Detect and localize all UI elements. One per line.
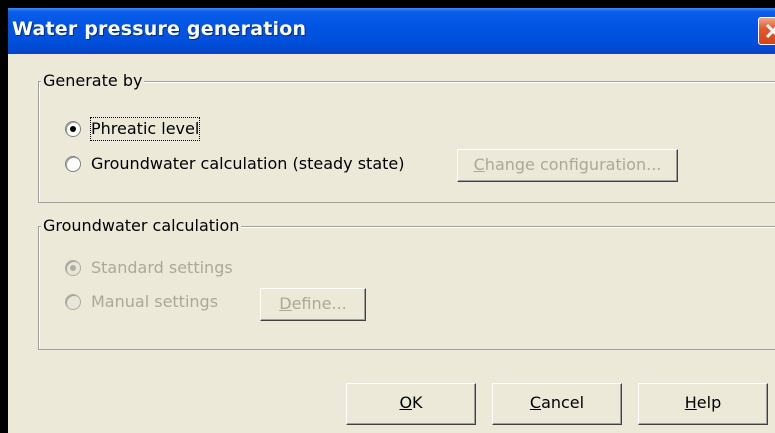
- change-configuration-label: hange configuration...: [484, 155, 662, 174]
- change-configuration-mnemonic: C: [473, 155, 485, 174]
- help-mnemonic: H: [684, 393, 697, 412]
- groundwater-calculation-label: Groundwater calculation (steady state): [91, 154, 405, 173]
- groundwater-calculation-legend: Groundwater calculation: [41, 216, 242, 235]
- close-icon: [765, 23, 775, 39]
- define-button[interactable]: Define...: [260, 288, 366, 321]
- cancel-label: ancel: [541, 393, 585, 412]
- manual-settings-radio[interactable]: Manual settings: [65, 291, 245, 313]
- ok-mnemonic: O: [399, 393, 413, 412]
- help-button[interactable]: Help: [638, 383, 768, 425]
- ok-label: K: [412, 393, 423, 412]
- standard-settings-label: Standard settings: [91, 258, 233, 277]
- groundwater-calculation-radio[interactable]: Groundwater calculation (steady state): [65, 153, 445, 175]
- phreatic-level-radio-circle[interactable]: [65, 121, 81, 137]
- cancel-button[interactable]: Cancel: [492, 383, 622, 425]
- close-button[interactable]: [758, 17, 775, 45]
- phreatic-level-label: Phreatic level: [89, 117, 201, 141]
- define-mnemonic: D: [279, 294, 292, 313]
- dialog-window: Water pressure generation Generate by Ph…: [8, 8, 775, 433]
- cancel-mnemonic: C: [529, 393, 542, 412]
- standard-settings-radio-circle[interactable]: [65, 260, 81, 276]
- phreatic-level-radio[interactable]: Phreatic level: [65, 117, 265, 141]
- window-title: Water pressure generation: [12, 18, 307, 40]
- change-configuration-button[interactable]: Change configuration...: [457, 149, 678, 182]
- manual-settings-radio-circle[interactable]: [65, 294, 81, 310]
- manual-settings-label: Manual settings: [91, 292, 219, 311]
- generate-by-legend: Generate by: [41, 71, 145, 90]
- define-label: efine...: [291, 294, 347, 313]
- title-bar[interactable]: Water pressure generation: [8, 8, 775, 54]
- generate-by-group: [38, 81, 775, 203]
- groundwater-calculation-group: [38, 226, 775, 350]
- standard-settings-radio[interactable]: Standard settings: [65, 257, 265, 279]
- groundwater-calculation-radio-circle[interactable]: [65, 156, 81, 172]
- help-label: elp: [696, 393, 722, 412]
- ok-button[interactable]: OK: [346, 383, 476, 425]
